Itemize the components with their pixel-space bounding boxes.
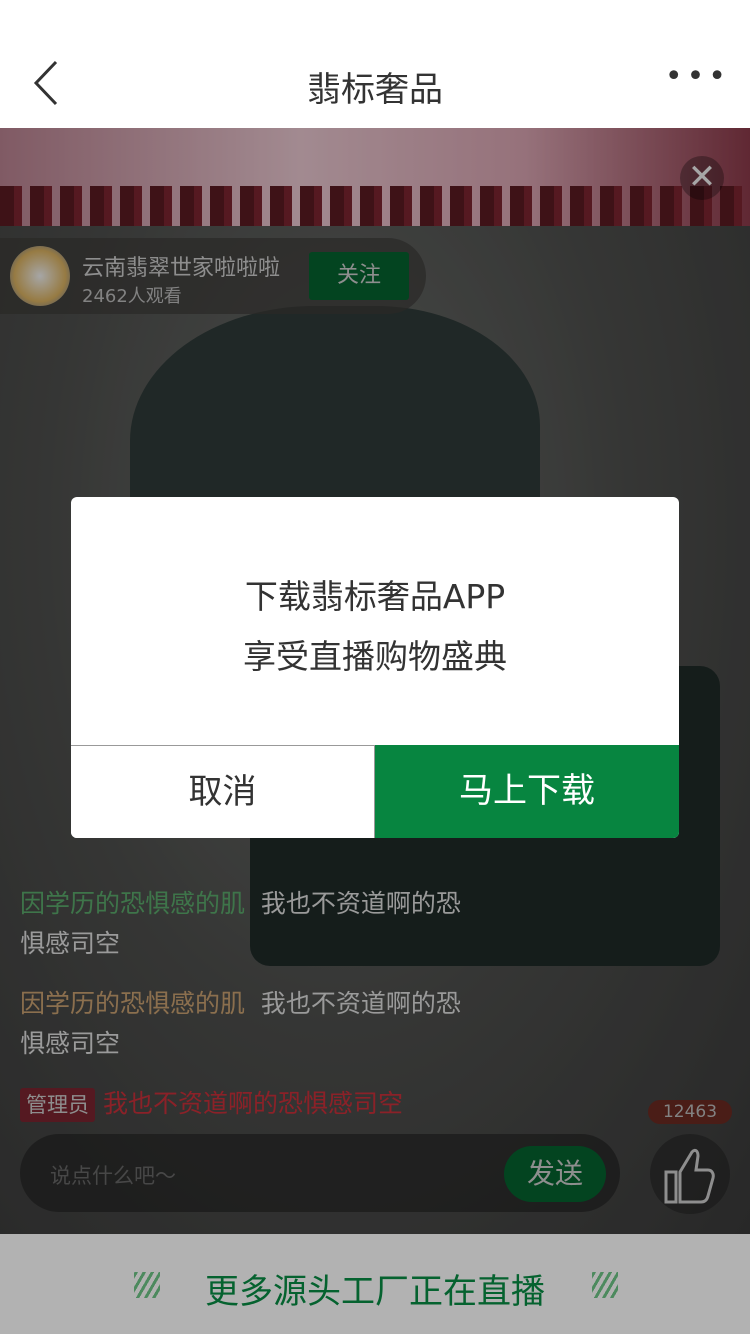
- download-dialog: 下载翡标奢品APP 享受直播购物盛典 取消 马上下载: [71, 497, 679, 838]
- stripes-icon: [592, 1272, 618, 1298]
- download-button[interactable]: 马上下载: [375, 745, 679, 838]
- cancel-button[interactable]: 取消: [71, 745, 375, 838]
- more-icon[interactable]: •••: [665, 62, 730, 92]
- nav-bar: 翡标奢品 •••: [0, 40, 750, 128]
- dialog-line2: 享受直播购物盛典: [243, 637, 507, 676]
- more-live-bar[interactable]: 更多源头工厂正在直播: [0, 1234, 750, 1334]
- more-live-link[interactable]: 更多源头工厂正在直播: [0, 1264, 750, 1313]
- dialog-line1: 下载翡标奢品APP: [244, 577, 506, 616]
- page-title: 翡标奢品: [307, 70, 443, 110]
